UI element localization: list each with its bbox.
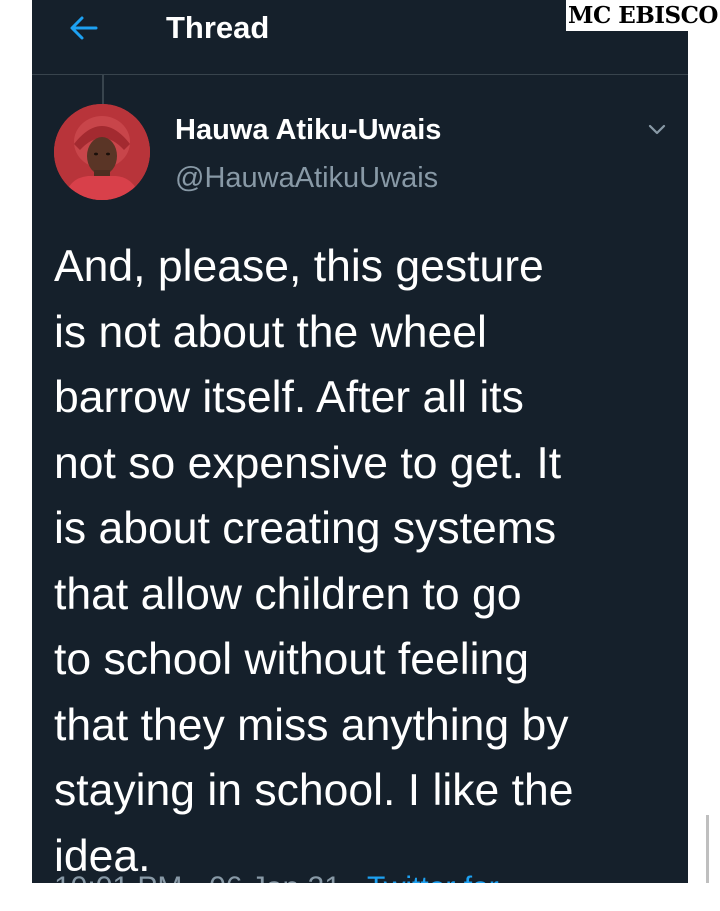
- author-display-name[interactable]: Hauwa Atiku-Uwais: [175, 112, 441, 148]
- page-margin-bottom: [0, 883, 720, 911]
- author-handle[interactable]: @HauwaAtikuUwais: [175, 160, 438, 196]
- tweet-text-line: to school without feeling: [54, 635, 529, 684]
- chevron-down-icon[interactable]: [646, 118, 668, 140]
- tweet-text-line: not so expensive to get. It: [54, 438, 562, 488]
- tweet-text-line: that they miss anything by: [54, 700, 569, 750]
- page-title: Thread: [166, 10, 270, 45]
- tweet-text: And, please, this gesture is not about t…: [54, 234, 679, 889]
- thread-connector-line: [102, 75, 104, 105]
- tweet-text-line: that allow children to go: [54, 569, 522, 619]
- tweet-text-line: staying in school. I like the: [54, 766, 574, 815]
- avatar-photo: [54, 104, 150, 200]
- page-margin-right: [688, 0, 720, 911]
- tweet-text-line: And, please, this gesture: [54, 242, 544, 291]
- arrow-left-icon[interactable]: [66, 10, 102, 46]
- tweet-text-line: is not about the wheel: [54, 307, 487, 357]
- thread-screen: Thread Hauwa Atiku-Uwais @HauwaAtikuUwai…: [32, 0, 688, 911]
- watermark-logo: MC EBISCO: [566, 0, 720, 31]
- avatar[interactable]: [54, 104, 150, 200]
- tweet-text-line: is about creating systems: [54, 504, 557, 553]
- scroll-indicator: [706, 815, 709, 885]
- header-divider: [32, 74, 688, 75]
- tweet-text-line: barrow itself. After all its: [54, 373, 524, 422]
